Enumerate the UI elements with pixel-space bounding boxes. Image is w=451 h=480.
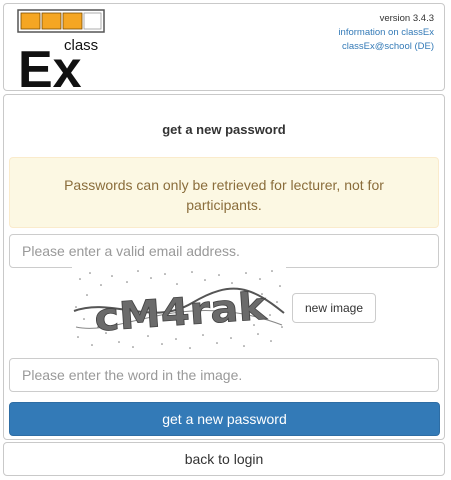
- password-panel: get a new password Passwords can only be…: [3, 94, 445, 440]
- back-to-login-button[interactable]: back to login: [3, 442, 445, 476]
- warning-alert: Passwords can only be retrieved for lect…: [9, 157, 439, 228]
- new-image-button[interactable]: new image: [292, 293, 376, 323]
- info-link[interactable]: information on classEx: [338, 26, 434, 40]
- school-link[interactable]: classEx@school (DE): [338, 40, 434, 54]
- email-input[interactable]: [9, 234, 439, 268]
- header-panel: class Ex version 3.4.3 information on cl…: [3, 3, 445, 91]
- header-links: version 3.4.3 information on classEx cla…: [338, 12, 434, 54]
- submit-button[interactable]: get a new password: [9, 402, 440, 436]
- classex-logo: class Ex: [17, 9, 105, 88]
- captcha-image: cM4rak: [72, 267, 286, 351]
- logo-big-text: Ex: [18, 41, 82, 88]
- version-label: version 3.4.3: [379, 13, 434, 24]
- page-title: get a new password: [162, 122, 286, 137]
- captcha-word-input[interactable]: [9, 358, 439, 392]
